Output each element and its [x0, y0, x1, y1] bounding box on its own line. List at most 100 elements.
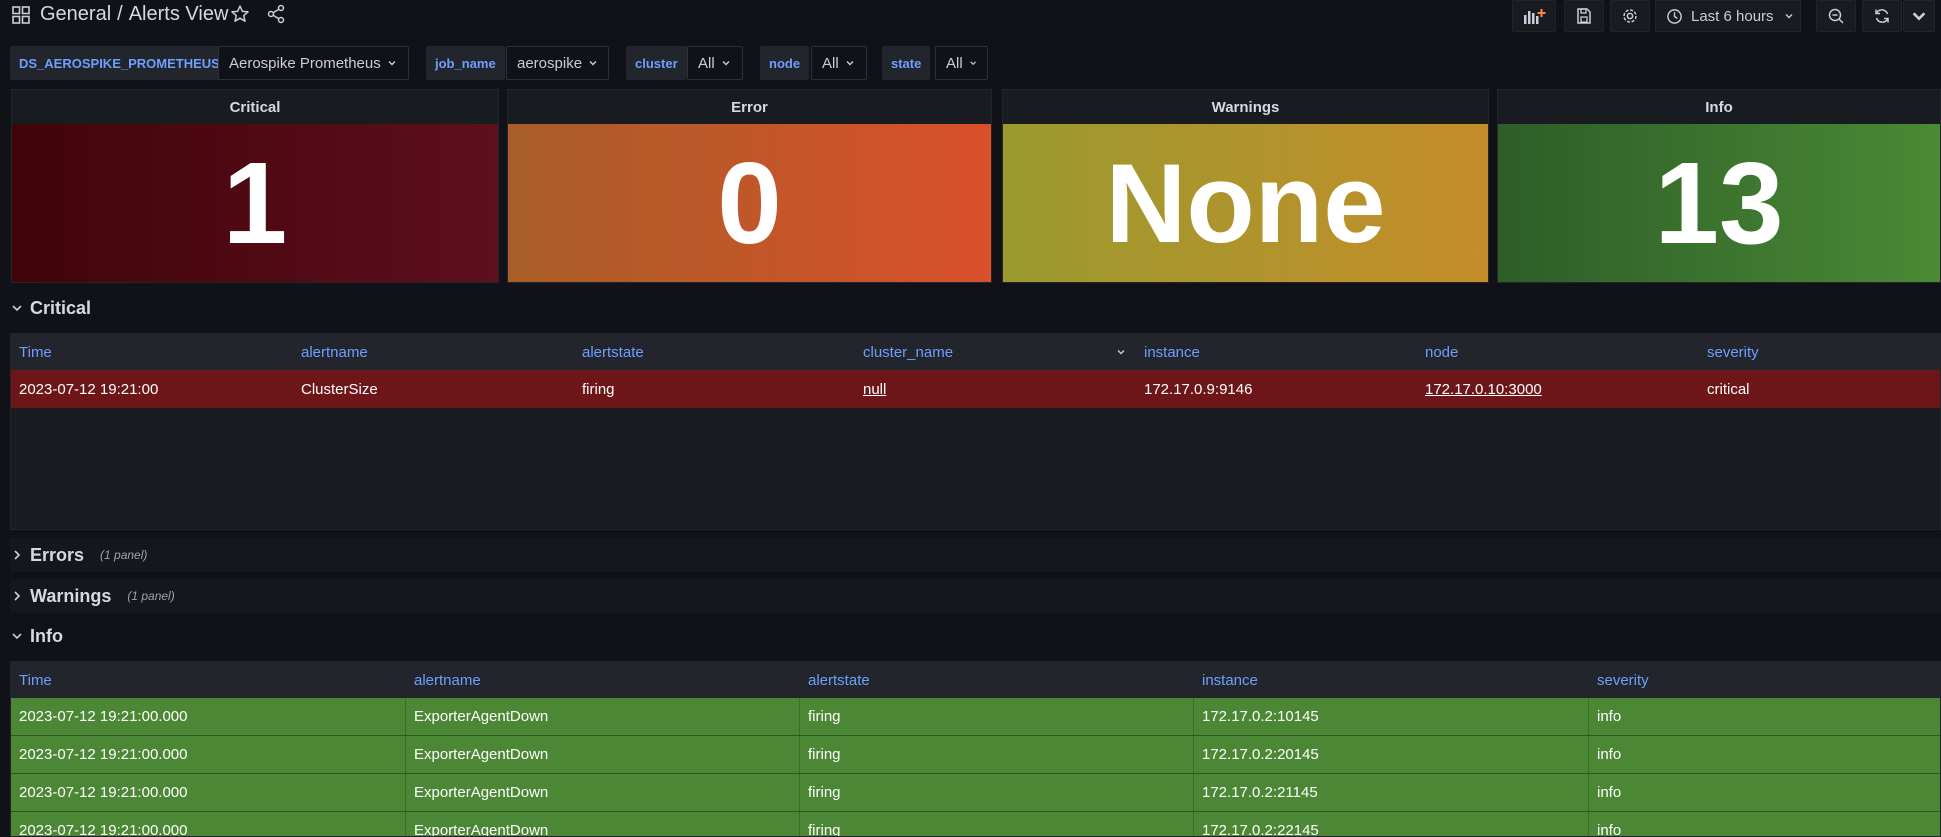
chevron-down-icon: [589, 61, 597, 66]
row-header-info[interactable]: Info: [10, 621, 63, 651]
variable-label-node: node: [760, 46, 810, 80]
top-navbar: General / Alerts View Last 6 hours: [0, 0, 1941, 32]
stat-panel-warnings[interactable]: Warnings None: [1002, 89, 1489, 283]
add-panel-icon: [1524, 9, 1546, 24]
table-header: Time alertname alertstate instance sever…: [11, 662, 1940, 698]
column-header-instance[interactable]: instance: [1136, 334, 1417, 370]
table-row: 2023-07-12 19:21:00.000 ExporterAgentDow…: [11, 698, 1940, 736]
row-title: Critical: [30, 297, 92, 318]
column-header-severity[interactable]: severity: [1699, 334, 1940, 370]
row-header-critical[interactable]: Critical: [10, 293, 91, 323]
stat-panel-title: Error: [731, 98, 768, 116]
cell-alertname: ExporterAgentDown: [406, 698, 800, 735]
cell-alertname: ExporterAgentDown: [406, 812, 800, 836]
variable-value: All: [946, 54, 963, 72]
save-dashboard-button[interactable]: [1564, 0, 1604, 32]
cell-severity: info: [1597, 822, 1622, 837]
column-header-alertstate[interactable]: alertstate: [574, 334, 855, 370]
column-header-alertstate[interactable]: alertstate: [800, 662, 1194, 698]
column-header-cluster-name[interactable]: cluster_name: [855, 334, 1136, 370]
row-band-warnings: [10, 579, 1941, 613]
column-header-time[interactable]: Time: [11, 334, 293, 370]
variable-label-state: state: [882, 46, 931, 80]
variable-value: All: [698, 54, 715, 72]
column-header-time[interactable]: Time: [11, 662, 406, 698]
row-title: Warnings: [30, 585, 112, 606]
cell-instance: 172.17.0.2:20145: [1194, 736, 1589, 773]
cell-alertname: ExporterAgentDown: [406, 736, 800, 773]
chevron-down-icon: [1785, 14, 1793, 19]
stat-panel-value: None: [1003, 124, 1488, 282]
cell-instance: 172.17.0.2:10145: [1194, 698, 1589, 735]
chevron-down-icon: [722, 61, 730, 66]
add-panel-button[interactable]: [1512, 0, 1556, 32]
dashboard-settings-button[interactable]: [1610, 0, 1650, 32]
column-header-alertname[interactable]: alertname: [293, 334, 574, 370]
dashboard-title[interactable]: Alerts View: [129, 3, 229, 26]
stat-panel-value: 0: [508, 124, 991, 282]
cell-time: 2023-07-12 19:21:00.000: [11, 812, 406, 836]
cell-severity: info: [1597, 708, 1622, 725]
critical-alerts-table: Time alertname alertstate cluster_name i…: [10, 333, 1941, 530]
row-header-errors[interactable]: Errors (1 panel): [10, 540, 147, 570]
breadcrumb: General / Alerts View: [40, 3, 228, 26]
save-icon: [1577, 8, 1591, 24]
time-range-label: Last 6 hours: [1691, 7, 1774, 25]
stat-panel-info[interactable]: Info 13: [1497, 89, 1941, 283]
stat-panel-critical[interactable]: Critical 1: [11, 89, 499, 283]
cell-cluster-name-link[interactable]: null: [855, 370, 1136, 408]
variable-value: All: [822, 54, 839, 72]
cell-instance: 172.17.0.2:21145: [1194, 774, 1589, 811]
table-row: 2023-07-12 19:21:00.000 ExporterAgentDow…: [11, 774, 1940, 812]
table-row: 2023-07-12 19:21:00.000 ExporterAgentDow…: [11, 736, 1940, 774]
cell-instance: 172.17.0.9:9146: [1144, 380, 1253, 398]
column-header-severity[interactable]: severity: [1589, 662, 1940, 698]
variable-value: aerospike: [517, 54, 583, 72]
refresh-interval-button[interactable]: [1903, 0, 1935, 32]
gear-icon: [1623, 9, 1637, 23]
variable-select-datasource[interactable]: Aerospike Prometheus: [218, 46, 409, 80]
variable-select-job-name[interactable]: aerospike: [506, 46, 609, 80]
column-header-label: cluster_name: [863, 343, 954, 361]
time-range-picker[interactable]: Last 6 hours: [1655, 0, 1801, 32]
cell-alertstate: firing: [582, 380, 615, 398]
stat-panel-error[interactable]: Error 0: [507, 89, 992, 283]
chevron-right-icon: [14, 591, 21, 601]
stat-panel-value: 1: [12, 124, 498, 282]
row-header-warnings[interactable]: Warnings (1 panel): [10, 581, 175, 611]
cell-alertstate: firing: [800, 774, 1194, 811]
cell-time: 2023-07-12 19:21:00.000: [11, 736, 406, 773]
refresh-button[interactable]: [1862, 0, 1902, 32]
chevron-down-icon: [388, 61, 396, 66]
variable-select-node[interactable]: All: [811, 46, 867, 80]
chevron-down-icon: [1912, 12, 1926, 21]
breadcrumb-folder[interactable]: General: [40, 3, 111, 26]
cell-alertstate: firing: [800, 812, 1194, 836]
column-header-instance[interactable]: instance: [1194, 662, 1589, 698]
row-band-errors: [10, 538, 1941, 572]
cell-node-link[interactable]: 172.17.0.10:3000: [1417, 370, 1699, 408]
table-header: Time alertname alertstate cluster_name i…: [11, 334, 1940, 370]
cell-alertname: ClusterSize: [301, 380, 378, 398]
apps-grid-icon[interactable]: [12, 6, 30, 24]
chevron-down-icon: [846, 61, 854, 66]
column-header-alertname[interactable]: alertname: [406, 662, 800, 698]
breadcrumb-separator: /: [117, 3, 123, 25]
column-header-node[interactable]: node: [1417, 334, 1699, 370]
variable-select-state[interactable]: All: [935, 46, 988, 80]
stat-panel-title: Critical: [229, 98, 281, 116]
cell-time: 2023-07-12 19:21:00.000: [11, 698, 406, 735]
row-title: Errors: [30, 544, 85, 565]
cell-alertstate: firing: [800, 736, 1194, 773]
share-icon[interactable]: [266, 4, 286, 24]
variable-label-job-name: job_name: [426, 46, 505, 80]
chevron-down-icon: [969, 61, 976, 66]
cell-time: 2023-07-12 19:21:00: [19, 380, 159, 398]
clock-icon: [1667, 8, 1682, 24]
star-icon[interactable]: [230, 4, 250, 24]
refresh-icon: [1875, 9, 1889, 23]
variable-select-cluster[interactable]: All: [687, 46, 743, 80]
zoom-out-button[interactable]: [1816, 0, 1856, 32]
cell-severity: critical: [1707, 380, 1750, 398]
chevron-right-icon: [14, 550, 21, 560]
